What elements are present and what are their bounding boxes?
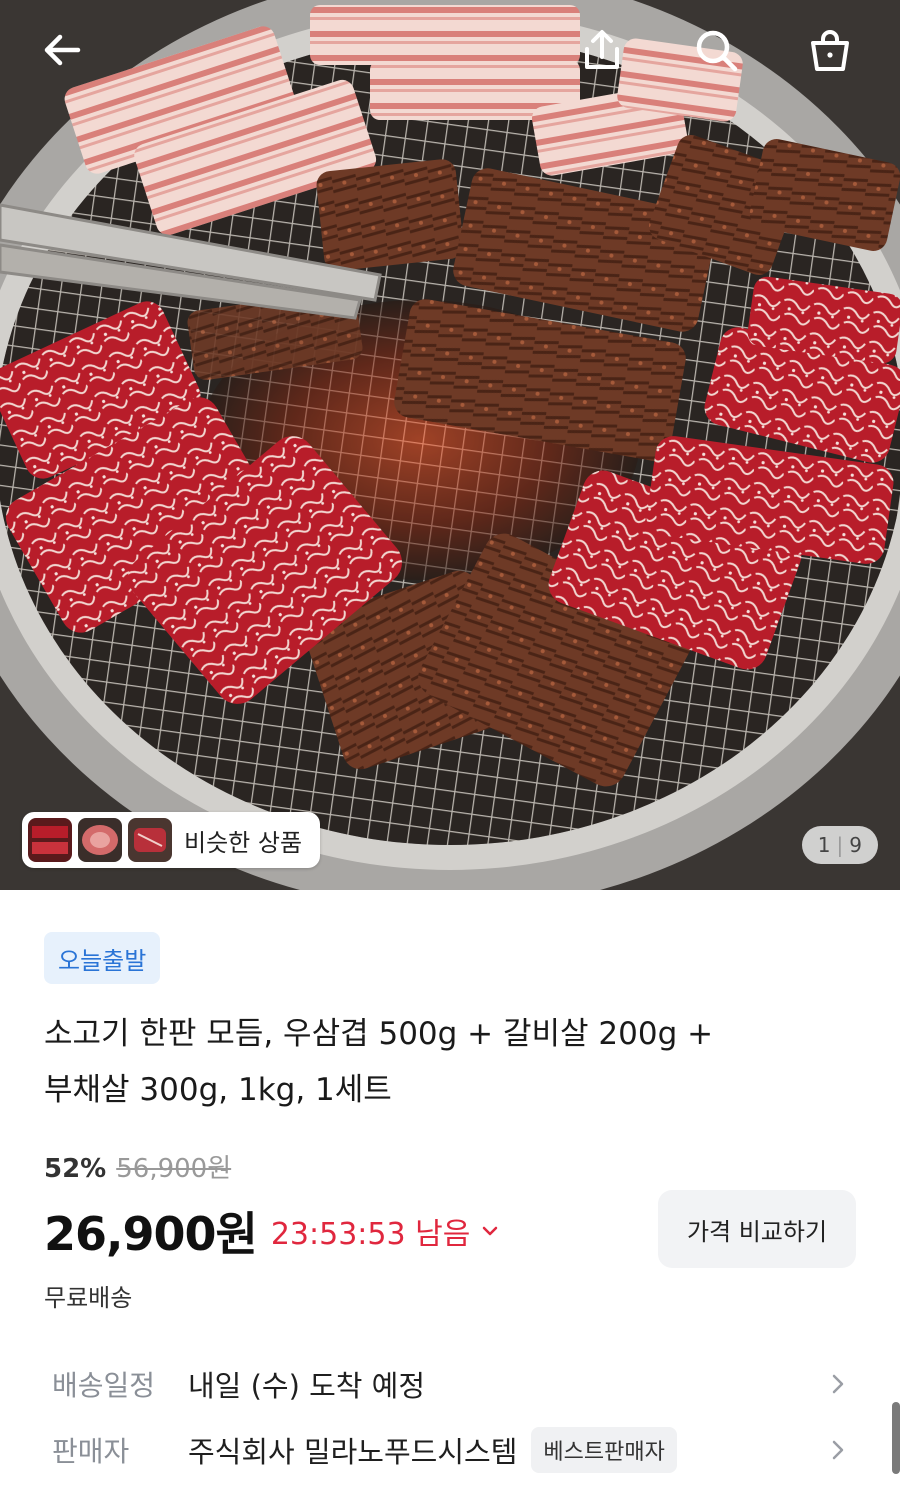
compare-price-button[interactable]: 가격 비교하기 xyxy=(658,1190,856,1268)
chevron-right-icon xyxy=(832,1374,844,1394)
discount-rate: 52% xyxy=(44,1154,107,1184)
search-icon xyxy=(696,30,738,72)
product-photo xyxy=(0,0,900,890)
price-row: 26,900원 23:53:53 남음 xyxy=(44,1198,500,1264)
chevron-right-icon xyxy=(832,1440,844,1460)
page-current: 1 xyxy=(817,833,831,857)
share-icon xyxy=(585,30,619,69)
countdown-text: 23:53:53 남음 xyxy=(270,1217,471,1252)
product-image-gallery[interactable]: 비슷한 상품 1 | 9 xyxy=(0,0,900,890)
page-total: 9 xyxy=(849,833,862,857)
sale-price: 26,900원 xyxy=(44,1207,258,1261)
scrollbar[interactable] xyxy=(892,1402,900,1474)
product-title-line-1: 소고기 한판 모듬, 우삼겹 500g + 갈비살 200g + xyxy=(44,1016,714,1052)
cart-button[interactable] xyxy=(802,22,858,78)
product-title: 소고기 한판 모듬, 우삼겹 500g + 갈비살 200g + 부채살 300… xyxy=(44,1006,844,1118)
product-title-line-2: 부채살 300g, 1kg, 1세트 xyxy=(44,1072,392,1108)
search-button[interactable] xyxy=(688,22,744,78)
delivery-schedule-label: 배송일정 xyxy=(52,1369,156,1402)
similar-products-button[interactable]: 비슷한 상품 xyxy=(22,812,321,868)
best-seller-badge: 베스트판매자 xyxy=(531,1427,677,1473)
similar-thumb-2 xyxy=(78,818,122,862)
original-price: 56,900원 xyxy=(116,1154,232,1184)
delivery-schedule-row[interactable]: 배송일정 내일 (수) 도착 예정 xyxy=(52,1354,852,1414)
back-button[interactable] xyxy=(34,22,90,78)
chevron-down-icon xyxy=(483,1226,498,1236)
share-button[interactable] xyxy=(574,22,630,78)
seller-name: 주식회사 밀라노푸드시스템 xyxy=(188,1435,518,1469)
shopping-bag-icon xyxy=(811,30,849,71)
similar-thumb-1 xyxy=(28,818,72,862)
similar-thumb-3 xyxy=(128,818,172,862)
today-dispatch-badge: 오늘출발 xyxy=(44,932,161,984)
seller-row[interactable]: 판매자 주식회사 밀라노푸드시스템 베스트판매자 xyxy=(52,1420,852,1480)
arrow-left-icon xyxy=(44,34,81,66)
page-separator: | xyxy=(836,833,844,857)
discount-row: 52% 56,900원 xyxy=(44,1148,231,1185)
deal-countdown[interactable]: 23:53:53 남음 xyxy=(271,1209,500,1253)
similar-products-label: 비슷한 상품 xyxy=(184,828,303,857)
shipping-fee: 무료배송 xyxy=(44,1284,133,1312)
image-page-counter: 1 | 9 xyxy=(801,826,878,864)
seller-label: 판매자 xyxy=(52,1435,130,1468)
delivery-schedule-value: 내일 (수) 도착 예정 xyxy=(188,1369,426,1403)
